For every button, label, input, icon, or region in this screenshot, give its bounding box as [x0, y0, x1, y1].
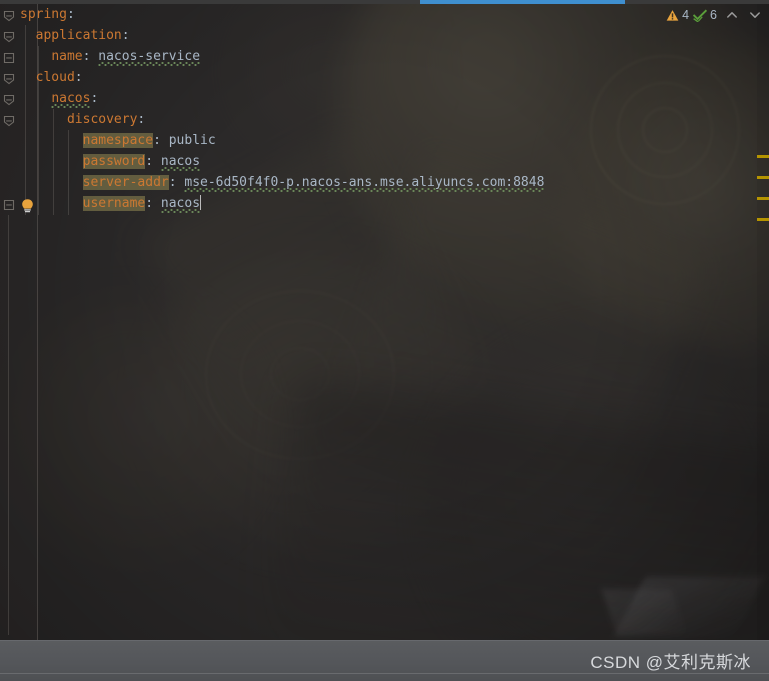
yaml-key: discovery — [66, 112, 138, 127]
yaml-key: name — [51, 49, 83, 64]
code-line[interactable]: discovery: — [0, 109, 731, 130]
warning-triangle-icon — [666, 9, 679, 21]
text-caret — [200, 195, 202, 210]
yaml-key: namespace — [82, 133, 154, 148]
yaml-value: mse-6d50f4f0-p.nacos-ans.mse.aliyuncs.co… — [184, 175, 545, 190]
code-editor-content[interactable]: spring: application: name: nacos-service… — [0, 4, 731, 214]
code-line[interactable]: username: nacos — [0, 193, 731, 214]
error-stripe-marker[interactable] — [757, 218, 769, 221]
yaml-colon: : — [168, 175, 177, 190]
chevron-up-icon[interactable] — [724, 7, 740, 23]
yaml-key: username — [82, 196, 146, 211]
error-stripe-marker[interactable] — [757, 176, 769, 179]
error-stripe-marker-gutter[interactable] — [757, 4, 769, 640]
typo-check-icon — [693, 9, 708, 22]
code-line[interactable]: cloud: — [0, 67, 731, 88]
idea-editor-window: 4 6 spring: application: name: nacos-ser… — [0, 0, 769, 681]
yaml-space — [153, 154, 161, 169]
yaml-colon: : — [145, 154, 154, 169]
yaml-value: nacos — [160, 154, 201, 169]
code-line[interactable]: name: nacos-service — [0, 46, 731, 67]
typo-count: 6 — [710, 8, 717, 22]
code-line[interactable]: nacos: — [0, 88, 731, 109]
csdn-watermark: CSDN @艾利克斯冰 — [590, 653, 751, 672]
yaml-value: public — [168, 133, 216, 148]
yaml-colon: : — [90, 91, 99, 106]
indexing-progress-track — [0, 0, 769, 4]
code-line[interactable]: application: — [0, 25, 731, 46]
code-line[interactable]: spring: — [0, 4, 731, 25]
watermark-band: CSDN @艾利克斯冰 — [0, 640, 769, 681]
warning-count: 4 — [682, 8, 690, 22]
yaml-key: cloud — [35, 70, 75, 85]
yaml-space — [161, 133, 169, 148]
yaml-colon: : — [74, 70, 83, 85]
code-line[interactable]: server-addr: mse-6d50f4f0-p.nacos-ans.ms… — [0, 172, 731, 193]
typo-group[interactable]: 6 — [693, 8, 717, 22]
yaml-key: password — [82, 154, 146, 169]
warning-group[interactable]: 4 — [666, 8, 689, 22]
yaml-space — [153, 196, 161, 211]
yaml-key: spring — [20, 7, 67, 22]
yaml-key: server-addr — [82, 175, 169, 190]
indent-guide — [8, 215, 9, 635]
code-line[interactable]: password: nacos — [0, 151, 731, 172]
yaml-colon: : — [137, 112, 146, 127]
yaml-value: nacos — [160, 196, 201, 211]
yaml-value: nacos-service — [98, 49, 201, 64]
error-stripe-marker[interactable] — [757, 197, 769, 200]
yaml-key: application — [35, 28, 122, 43]
yaml-colon: : — [121, 28, 130, 43]
code-line[interactable]: namespace: public — [0, 130, 731, 151]
yaml-colon: : — [153, 133, 161, 148]
yaml-colon: : — [145, 196, 154, 211]
inspection-widget[interactable]: 4 6 — [666, 7, 763, 23]
chevron-down-icon[interactable] — [747, 7, 763, 23]
yaml-colon: : — [66, 7, 75, 22]
watermark-streak — [601, 589, 687, 635]
error-stripe-marker[interactable] — [757, 155, 769, 158]
indexing-progress-bar — [420, 0, 625, 4]
yaml-key: nacos — [51, 91, 91, 106]
